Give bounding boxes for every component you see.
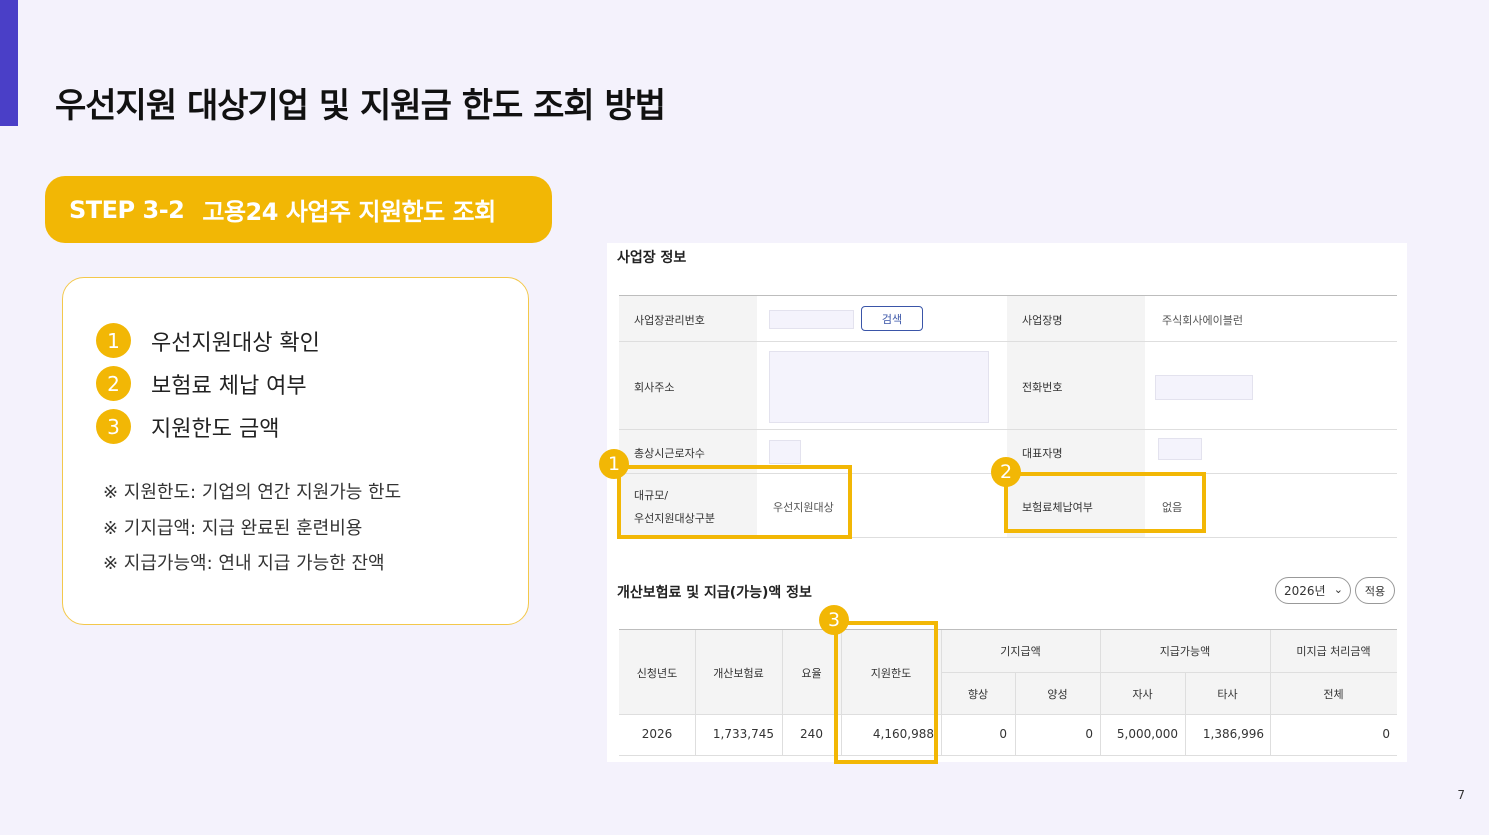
divider xyxy=(619,629,1397,630)
workers-field[interactable] xyxy=(769,440,801,464)
number-badge: 1 xyxy=(96,323,131,358)
list-item: 3 지원한도 금액 xyxy=(96,409,279,444)
subheader-other: 타사 xyxy=(1217,688,1238,701)
cell-premium: 1,733,745 xyxy=(712,727,774,741)
list-item: 2 보험료 체납 여부 xyxy=(96,366,307,401)
col-header-premium: 개산보험료 xyxy=(713,667,764,680)
col-header-unpaid: 미지급 처리금액 xyxy=(1296,645,1371,658)
note-text: ※ 지급가능액: 연내 지급 가능한 잔액 xyxy=(103,553,385,574)
search-button[interactable]: 검색 xyxy=(861,306,923,331)
cell-year: 2026 xyxy=(641,727,673,741)
cell-other: 1,386,996 xyxy=(1202,727,1264,741)
marker-badge-3: 3 xyxy=(819,605,849,635)
page-title: 우선지원 대상기업 및 지원금 한도 조회 방법 xyxy=(55,86,666,126)
subheader-train: 양성 xyxy=(1047,688,1068,701)
highlight-box-1 xyxy=(617,465,852,539)
apply-button[interactable]: 적용 xyxy=(1355,577,1395,604)
step-label: 고용24 사업주 지원한도 조회 xyxy=(202,198,496,226)
column-divider xyxy=(1015,672,1016,756)
col-header-payable: 지급가능액 xyxy=(1159,645,1211,658)
accent-bar xyxy=(0,0,18,126)
cell-paid-train: 0 xyxy=(1085,727,1093,741)
label-workers: 총상시근로자수 xyxy=(634,447,705,460)
col-header-paid: 기지급액 xyxy=(1000,645,1041,658)
label-biz-name: 사업장명 xyxy=(1022,314,1063,327)
number-badge: 2 xyxy=(96,366,131,401)
divider xyxy=(619,714,1397,715)
label-phone: 전화번호 xyxy=(1022,381,1063,394)
embedded-screenshot: 사업장 정보 사업장관리번호 검색 사업장명 주식회사에이블런 회사주소 전화번… xyxy=(599,243,1407,764)
col-header-rate: 요율 xyxy=(801,667,822,680)
divider xyxy=(619,755,1397,756)
cell-rate: 240 xyxy=(800,727,823,741)
phone-field[interactable] xyxy=(1155,375,1253,400)
cell-unpaid-total: 0 xyxy=(1382,727,1390,741)
address-field[interactable] xyxy=(769,351,989,423)
highlight-box-2 xyxy=(1004,472,1206,533)
info-card: 1 우선지원대상 확인 2 보험료 체납 여부 3 지원한도 금액 ※ 지원한도… xyxy=(62,277,529,625)
label-ceo: 대표자명 xyxy=(1022,447,1063,460)
year-select[interactable]: 2026년 ⌄ xyxy=(1275,577,1351,604)
marker-badge-1: 1 xyxy=(599,449,629,479)
list-item-text: 지원한도 금액 xyxy=(151,416,280,442)
value-biz-name: 주식회사에이블런 xyxy=(1162,314,1243,327)
number-badge: 3 xyxy=(96,409,131,444)
note-text: ※ 지원한도: 기업의 연간 지원가능 한도 xyxy=(103,482,402,503)
section-title-premium: 개산보험료 및 지급(가능)액 정보 xyxy=(617,585,812,601)
marker-badge-2: 2 xyxy=(991,457,1021,487)
cell-paid-improve: 0 xyxy=(999,727,1007,741)
note-text: ※ 기지급액: 지급 완료된 훈련비용 xyxy=(103,518,363,539)
list-item-text: 보험료 체납 여부 xyxy=(151,373,307,399)
chevron-down-icon: ⌄ xyxy=(1333,583,1343,596)
section-title-business: 사업장 정보 xyxy=(617,250,687,266)
col-header-year: 신청년도 xyxy=(636,667,678,680)
list-item: 1 우선지원대상 확인 xyxy=(96,323,320,358)
step-pill: STEP 3-2 고용24 사업주 지원한도 조회 xyxy=(45,176,552,243)
column-divider xyxy=(1185,672,1186,756)
biz-no-input[interactable] xyxy=(769,310,854,329)
list-item-text: 우선지원대상 확인 xyxy=(151,330,320,356)
divider xyxy=(941,672,1397,673)
ceo-field[interactable] xyxy=(1158,438,1202,460)
subheader-total: 전체 xyxy=(1323,688,1344,701)
cell-own: 5,000,000 xyxy=(1116,727,1178,741)
subheader-own: 자사 xyxy=(1132,688,1153,701)
highlight-box-3 xyxy=(834,621,938,764)
label-biz-no: 사업장관리번호 xyxy=(634,314,705,327)
step-code: STEP 3-2 xyxy=(69,195,185,224)
label-address: 회사주소 xyxy=(634,381,675,394)
page-number: 7 xyxy=(1457,788,1465,802)
subheader-improve: 향상 xyxy=(967,688,989,701)
year-select-value: 2026년 xyxy=(1284,584,1326,598)
